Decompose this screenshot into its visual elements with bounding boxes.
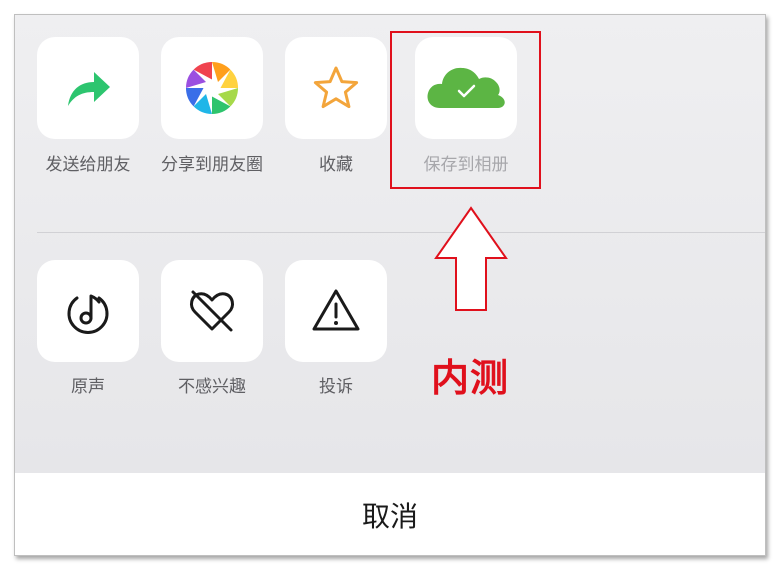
broken-heart-icon: [186, 285, 238, 337]
music-note-icon: [63, 286, 113, 336]
report-button[interactable]: [285, 260, 387, 362]
forward-arrow-icon: [62, 62, 114, 114]
share-sheet-panel: 发送给朋友 分享到朋友圈 收藏 保存到相册 原声 不感兴趣 投诉 内测: [15, 15, 765, 475]
warning-icon: [310, 285, 362, 337]
row-divider: [37, 232, 765, 233]
favorite-button[interactable]: [285, 37, 387, 139]
send-to-friend-button[interactable]: [37, 37, 139, 139]
original-sound-button[interactable]: [37, 260, 139, 362]
report-label: 投诉: [319, 377, 353, 397]
favorite-label: 收藏: [319, 155, 353, 175]
beta-annotation: 内测: [431, 356, 510, 400]
not-interested-button[interactable]: [161, 260, 263, 362]
moments-aperture-icon: [184, 60, 240, 116]
share-to-moments-button[interactable]: [161, 37, 263, 139]
share-sheet-screenshot: 发送给朋友 分享到朋友圈 收藏 保存到相册 原声 不感兴趣 投诉 内测 取消: [14, 14, 766, 556]
cancel-label: 取消: [361, 500, 418, 533]
cancel-button[interactable]: 取消: [15, 473, 765, 555]
star-icon: [311, 63, 361, 113]
highlight-box: [390, 31, 541, 189]
up-arrow-icon: [434, 206, 508, 316]
